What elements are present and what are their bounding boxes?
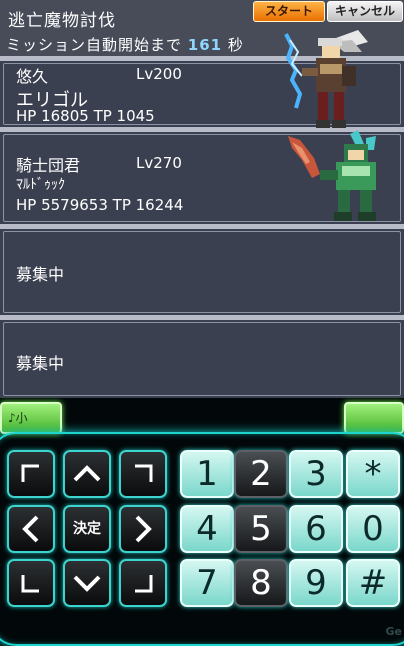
corner-down-left-icon: [21, 575, 39, 593]
dpad-down-right-button[interactable]: [119, 559, 167, 607]
recruit-status: 募集中: [16, 265, 65, 284]
key-7[interactable]: 7: [180, 559, 234, 607]
green-knight-sprite: [288, 130, 376, 221]
key-2[interactable]: 2: [234, 450, 288, 498]
dpad-up-button[interactable]: [63, 450, 111, 498]
key-9[interactable]: 9: [289, 559, 343, 607]
countdown-suffix: 秒: [227, 36, 244, 54]
sound-tab[interactable]: ♪小: [0, 402, 62, 434]
menu-tab[interactable]: [344, 402, 404, 434]
member-stats: HP 5579653 TP 16244: [16, 196, 184, 214]
member-stats: HP 16805 TP 1045: [16, 107, 155, 125]
member-name: ﾏﾙﾄﾞｩｯｸ: [16, 177, 65, 193]
recruit-status: 募集中: [16, 354, 65, 373]
key-8[interactable]: 8: [234, 559, 288, 607]
game-screen: 逃亡魔物討伐 ミッション自動開始まで 161 秒 スタート キャンセル 悠久 L…: [0, 0, 404, 398]
countdown-prefix: ミッション自動開始まで: [6, 36, 183, 54]
key-1[interactable]: 1: [180, 450, 234, 498]
dpad-down-button[interactable]: [63, 559, 111, 607]
dpad-up-right-button[interactable]: [119, 450, 167, 498]
sound-tab-label: ♪小: [8, 411, 28, 425]
mission-countdown: ミッション自動開始まで 161 秒: [6, 34, 244, 55]
corner-down-right-icon: [135, 575, 153, 593]
mission-title: 逃亡魔物討伐: [8, 11, 116, 31]
key-0[interactable]: 0: [346, 505, 400, 553]
dpad-down-left-button[interactable]: [7, 559, 55, 607]
corner-up-right-icon: [135, 464, 153, 482]
member-team: 悠久: [16, 67, 49, 86]
member-level: Lv270: [136, 154, 182, 172]
member-team: 騎士団君: [16, 156, 81, 175]
dpad-up-left-button[interactable]: [7, 450, 55, 498]
key-asterisk[interactable]: *: [346, 450, 400, 498]
confirm-button[interactable]: 決定: [63, 505, 111, 553]
winged-knight-sprite: [284, 30, 368, 128]
key-6[interactable]: 6: [289, 505, 343, 553]
recruit-slot-1[interactable]: 募集中: [0, 229, 404, 315]
dpad-left-button[interactable]: [7, 505, 55, 553]
member-level: Lv200: [136, 65, 182, 83]
chevron-right-icon: [135, 515, 152, 543]
chevron-up-icon: [73, 465, 101, 482]
chevron-left-icon: [22, 515, 39, 543]
watermark-logo: Ge: [385, 625, 403, 638]
dpad-right-button[interactable]: [119, 505, 167, 553]
device-controls: ♪小 決定 1 2 3 * 4 5 6 0 7 8 9 # Ge: [0, 398, 404, 646]
key-hash[interactable]: #: [346, 559, 400, 607]
countdown-value: 161: [187, 36, 223, 54]
key-4[interactable]: 4: [180, 505, 234, 553]
recruit-slot-2[interactable]: 募集中: [0, 320, 404, 398]
corner-up-left-icon: [21, 464, 39, 482]
key-3[interactable]: 3: [289, 450, 343, 498]
key-5[interactable]: 5: [234, 505, 288, 553]
chevron-down-icon: [73, 575, 101, 592]
